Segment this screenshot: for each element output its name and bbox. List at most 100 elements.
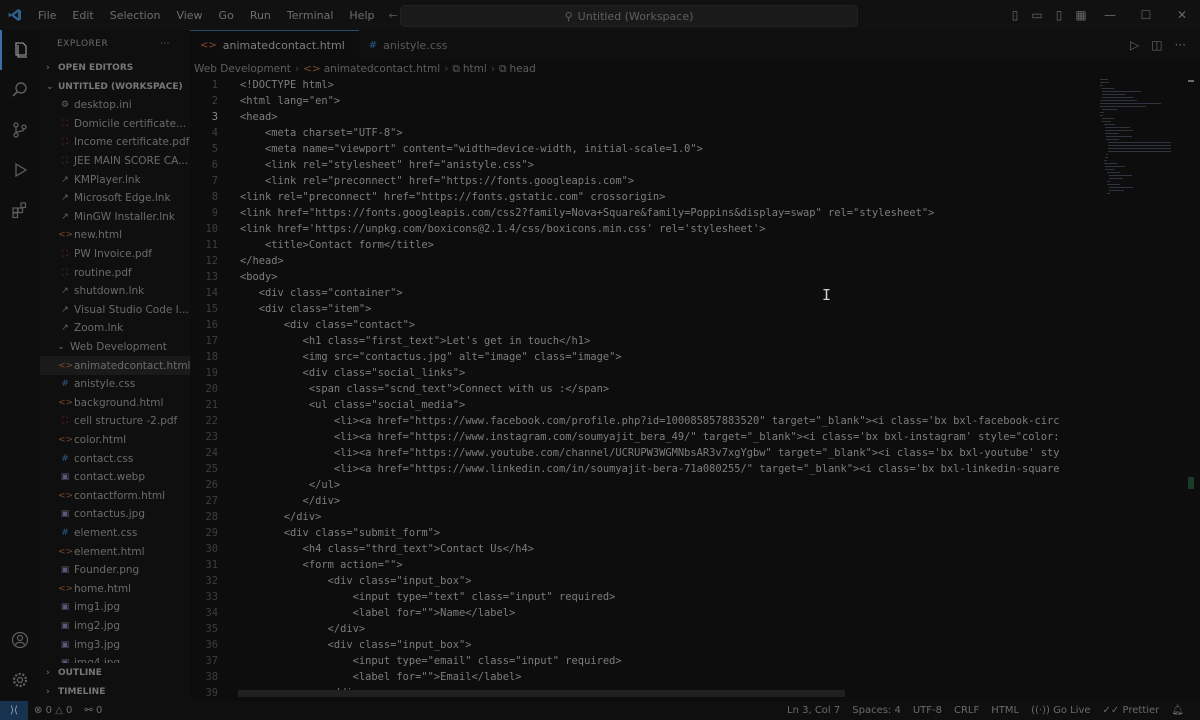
code-line[interactable]: 26 </ul> <box>190 477 1090 493</box>
code-line[interactable]: 30 <h4 class="thrd_text">Contact Us</h4> <box>190 541 1090 557</box>
code-line[interactable]: 18 <img src="contactus.jpg" alt="image" … <box>190 349 1090 365</box>
problems-indicator[interactable]: ⊗ 0 △ 0 <box>28 705 78 716</box>
command-center-search[interactable]: ⚲ Untitled (Workspace) <box>400 5 858 27</box>
file-item[interactable]: # anistyle.css <box>40 375 190 394</box>
code-line[interactable]: 13 <body> <box>190 269 1090 285</box>
extensions-icon[interactable] <box>0 190 40 230</box>
run-icon[interactable]: ▷ <box>1130 38 1139 52</box>
menu-edit[interactable]: Edit <box>64 9 101 22</box>
prettier-button[interactable]: ✓✓ Prettier <box>1097 705 1166 716</box>
file-item[interactable]: <> animatedcontact.html <box>40 356 190 375</box>
file-item[interactable]: ↗ Microsoft Edge.lnk <box>40 189 190 208</box>
code-line[interactable]: 33 <input type="text" class="input" requ… <box>190 589 1090 605</box>
file-item[interactable]: ⛶ PW Invoice.pdf <box>40 245 190 264</box>
code-line[interactable]: 20 <span class="scnd_text">Connect with … <box>190 381 1090 397</box>
back-arrow-icon[interactable]: ← <box>388 9 397 22</box>
code-line[interactable]: 31 <form action=""> <box>190 557 1090 573</box>
code-line[interactable]: 37 <input type="email" class="input" req… <box>190 653 1090 669</box>
file-item[interactable]: <> new.html <box>40 226 190 245</box>
outline-section[interactable]: › OUTLINE <box>40 663 190 682</box>
notifications-bell-icon[interactable]: 🔔︎ <box>1165 705 1190 716</box>
end-of-line[interactable]: CRLF <box>948 705 985 716</box>
menu-help[interactable]: Help <box>341 9 382 22</box>
code-line[interactable]: 24 <li><a href="https://www.youtube.com/… <box>190 445 1090 461</box>
code-line[interactable]: 6 <link rel="stylesheet" href="anistyle.… <box>190 157 1090 173</box>
horizontal-scrollbar[interactable] <box>238 690 845 697</box>
menu-terminal[interactable]: Terminal <box>279 9 342 22</box>
search-activity-icon[interactable] <box>0 70 40 110</box>
code-line[interactable]: 34 <label for="">Name</label> <box>190 605 1090 621</box>
close-icon[interactable]: ✕ <box>1164 8 1200 22</box>
source-control-icon[interactable] <box>0 110 40 150</box>
maximize-icon[interactable]: ☐ <box>1128 8 1164 22</box>
tab-animatedcontact[interactable]: <> animatedcontact.html <box>190 30 359 60</box>
file-item[interactable]: ▣ contact.webp <box>40 468 190 487</box>
language-mode[interactable]: HTML <box>985 705 1025 716</box>
file-item[interactable]: <> home.html <box>40 579 190 598</box>
code-line[interactable]: 19 <div class="social_links"> <box>190 365 1090 381</box>
more-actions-icon[interactable]: ··· <box>1175 38 1186 52</box>
workspace-section[interactable]: ⌄ UNTITLED (WORKSPACE) <box>40 77 190 96</box>
menu-go[interactable]: Go <box>211 9 242 22</box>
folder-web-development[interactable]: ⌄ Web Development <box>40 338 190 357</box>
file-item[interactable]: ⛶ Domicile certificate... <box>40 115 190 134</box>
split-editor-icon[interactable]: ◫ <box>1151 38 1162 52</box>
code-line[interactable]: 9 <link href="https://fonts.googleapis.co… <box>190 205 1090 221</box>
remote-icon[interactable]: ⟩⟨ <box>0 701 28 720</box>
file-item[interactable]: <> contactform.html <box>40 486 190 505</box>
code-line[interactable]: 21 <ul class="social_media"> <box>190 397 1090 413</box>
file-item[interactable]: <> background.html <box>40 394 190 413</box>
code-line[interactable]: 29 <div class="submit_form"> <box>190 525 1090 541</box>
run-debug-icon[interactable] <box>0 150 40 190</box>
file-item[interactable]: <> color.html <box>40 431 190 450</box>
code-line[interactable]: 7 <link rel="preconnect" href="https://f… <box>190 173 1090 189</box>
code-line[interactable]: 4 <meta charset="UTF-8"> <box>190 125 1090 141</box>
minimize-icon[interactable]: — <box>1092 8 1128 22</box>
account-icon[interactable] <box>0 620 40 660</box>
file-item[interactable]: ↗ Zoom.lnk <box>40 319 190 338</box>
file-item[interactable]: ↗ Visual Studio Code I... <box>40 301 190 320</box>
file-item[interactable]: # contact.css <box>40 449 190 468</box>
toggle-panel-icon[interactable]: ▭ <box>1026 8 1048 22</box>
toggle-secondary-sidebar-icon[interactable]: ▯ <box>1048 8 1070 22</box>
file-item[interactable]: ▣ img2.jpg <box>40 617 190 636</box>
code-line[interactable]: 10 <link href='https://unpkg.com/boxicons… <box>190 221 1090 237</box>
code-line[interactable]: 5 <meta name="viewport" content="width=d… <box>190 141 1090 157</box>
file-item[interactable]: ▣ img1.jpg <box>40 598 190 617</box>
file-item[interactable]: ↗ shutdown.lnk <box>40 282 190 301</box>
explorer-icon[interactable] <box>0 30 40 70</box>
breadcrumb-item[interactable]: head <box>510 63 536 75</box>
file-item[interactable]: ⛶ Income certificate.pdf <box>40 133 190 152</box>
breadcrumb-item[interactable]: Web Development <box>194 63 291 75</box>
minimap[interactable] <box>1096 77 1176 207</box>
file-item[interactable]: ⛶ cell structure -2.pdf <box>40 412 190 431</box>
code-line[interactable]: 15 <div class="item"> <box>190 301 1090 317</box>
code-line[interactable]: 8 <link rel="preconnect" href="https://fo… <box>190 189 1090 205</box>
code-line[interactable]: 3 <head> <box>190 109 1090 125</box>
file-item[interactable]: <> element.html <box>40 542 190 561</box>
code-line[interactable]: 28 </div> <box>190 509 1090 525</box>
manage-gear-icon[interactable] <box>0 660 40 700</box>
code-line[interactable]: 12 </head> <box>190 253 1090 269</box>
file-item[interactable]: ▣ contactus.jpg <box>40 505 190 524</box>
code-line[interactable]: 17 <h1 class="first_text">Let's get in t… <box>190 333 1090 349</box>
code-line[interactable]: 38 <label for="">Email</label> <box>190 669 1090 685</box>
code-editor[interactable]: 1 <!DOCTYPE html> 2 <html lang="en"> 3 <head>… <box>190 77 1090 697</box>
code-line[interactable]: 32 <div class="input_box"> <box>190 573 1090 589</box>
code-line[interactable]: 14 <div class="container"> <box>190 285 1090 301</box>
vertical-scrollbar[interactable] <box>1184 77 1198 497</box>
go-live-button[interactable]: ((·)) Go Live <box>1025 705 1096 716</box>
menu-view[interactable]: View <box>168 9 210 22</box>
code-line[interactable]: 16 <div class="contact"> <box>190 317 1090 333</box>
more-actions-icon[interactable]: ··· <box>160 39 170 49</box>
timeline-section[interactable]: › TIMELINE <box>40 682 190 701</box>
ports-indicator[interactable]: ⚯ 0 <box>78 705 108 716</box>
code-line[interactable]: 1 <!DOCTYPE html> <box>190 77 1090 93</box>
file-item[interactable]: ⚙ desktop.ini <box>40 96 190 115</box>
file-item[interactable]: ↗ KMPlayer.lnk <box>40 170 190 189</box>
menu-file[interactable]: File <box>30 9 64 22</box>
code-line[interactable]: 27 </div> <box>190 493 1090 509</box>
breadcrumb-item[interactable]: html <box>463 63 487 75</box>
open-editors-section[interactable]: › OPEN EDITORS <box>40 58 190 77</box>
code-line[interactable]: 22 <li><a href="https://www.facebook.com… <box>190 413 1090 429</box>
